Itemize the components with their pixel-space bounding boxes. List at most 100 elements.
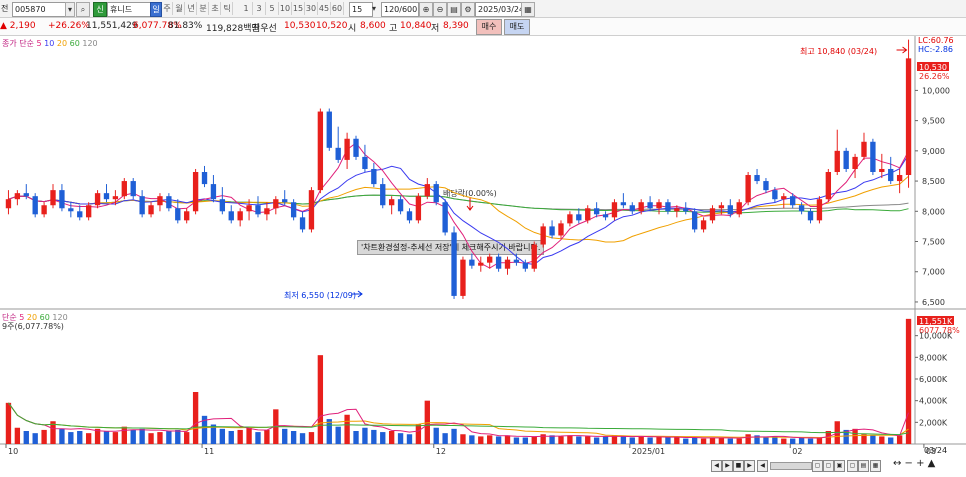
price-tick-label: 6,500 bbox=[922, 298, 945, 307]
candle-body bbox=[317, 111, 324, 191]
high-arrow bbox=[896, 46, 908, 54]
candle-body bbox=[888, 168, 894, 182]
candle-body bbox=[451, 232, 457, 296]
zoom-controls[interactable]: ↔ − + ▲ bbox=[893, 458, 935, 469]
volume-bar bbox=[406, 434, 413, 444]
volume-bar bbox=[781, 438, 787, 444]
volume-bar bbox=[513, 437, 520, 444]
candle-body bbox=[166, 196, 172, 209]
volume-bar bbox=[469, 435, 475, 444]
candle-body bbox=[219, 199, 226, 212]
volume-bar bbox=[290, 431, 297, 444]
candle-body bbox=[424, 184, 430, 197]
volume-bar bbox=[371, 429, 377, 444]
candle-body bbox=[335, 147, 341, 160]
volume-bar bbox=[415, 424, 422, 444]
volume-tick-label: 4,000K bbox=[919, 397, 948, 406]
volume-bar bbox=[139, 428, 145, 444]
candle-body bbox=[344, 138, 350, 160]
candle-body bbox=[593, 208, 600, 215]
volume-bar bbox=[683, 438, 689, 444]
volume-bar bbox=[14, 427, 21, 444]
stock-chart[interactable]: 10,000 9,500 9,000 8,500 8,000 7,500 7,000 6,50… bbox=[0, 0, 966, 477]
candle-body bbox=[754, 175, 760, 182]
candle-body bbox=[522, 262, 529, 269]
volume-bar bbox=[745, 434, 751, 444]
candle-body bbox=[798, 205, 805, 212]
x-tick-label: 12 bbox=[436, 447, 446, 456]
candle-body bbox=[736, 202, 742, 215]
volume-bar bbox=[362, 427, 368, 444]
volume-bar bbox=[335, 426, 341, 444]
candle-body bbox=[745, 175, 751, 203]
volume-bar bbox=[629, 437, 635, 444]
candle-body bbox=[879, 168, 885, 172]
candle-body bbox=[602, 214, 609, 218]
volume-bar bbox=[184, 432, 190, 444]
candle-body bbox=[273, 199, 279, 209]
candle-body bbox=[388, 199, 395, 206]
layout-icon-4[interactable]: ▢ bbox=[847, 460, 858, 472]
layout-icon-1[interactable]: ▢ bbox=[812, 460, 823, 472]
candle-body bbox=[415, 196, 422, 221]
price-tick-label: 8,000 bbox=[922, 207, 945, 216]
prev-end-icon[interactable]: ◀ bbox=[711, 460, 722, 472]
layout-icon-5[interactable]: ▤ bbox=[858, 460, 869, 472]
volume-bar bbox=[121, 426, 127, 444]
volume-bar bbox=[870, 435, 876, 444]
volume-bar bbox=[879, 436, 885, 444]
candle-body bbox=[139, 196, 145, 215]
candle-body bbox=[513, 259, 520, 263]
dividend-arrow bbox=[466, 198, 474, 211]
price-tick-label: 9,500 bbox=[922, 117, 945, 126]
volume-bar bbox=[264, 429, 270, 444]
prev-icon[interactable]: ◀ bbox=[757, 460, 768, 472]
x-tick-label: 11 bbox=[204, 447, 214, 456]
volume-bar bbox=[727, 438, 733, 444]
candle-body bbox=[148, 205, 154, 215]
volume-bar bbox=[487, 435, 493, 444]
volume-bar bbox=[656, 436, 662, 444]
volume-bar bbox=[495, 436, 502, 444]
volume-bar bbox=[299, 433, 306, 444]
price-tick-label: 7,500 bbox=[922, 238, 945, 247]
candle-body bbox=[353, 138, 359, 157]
volume-bar bbox=[674, 437, 680, 444]
candle-body bbox=[834, 150, 840, 172]
candle-body bbox=[406, 211, 413, 221]
stop-icon[interactable]: ■ bbox=[733, 460, 744, 472]
candle-body bbox=[567, 214, 573, 224]
volume-bar bbox=[790, 438, 796, 444]
next-end-icon[interactable]: ▶ bbox=[744, 460, 755, 472]
volume-bar bbox=[700, 438, 707, 444]
candle-body bbox=[77, 211, 83, 218]
volume-bar bbox=[59, 428, 65, 444]
volume-bar bbox=[255, 432, 261, 444]
candle-body bbox=[103, 193, 110, 200]
candle-body bbox=[611, 202, 618, 218]
layout-icon-2[interactable]: ▢ bbox=[823, 460, 834, 472]
price-tick-label: 7,000 bbox=[922, 268, 945, 277]
candle-body bbox=[843, 150, 849, 169]
volume-bar bbox=[442, 433, 448, 444]
volume-bar bbox=[567, 435, 573, 444]
layout-icon-6[interactable]: ▦ bbox=[870, 460, 881, 472]
candle-body bbox=[237, 211, 243, 221]
candle-body bbox=[549, 226, 555, 236]
candle-body bbox=[299, 217, 306, 230]
volume-bar bbox=[593, 437, 600, 444]
candle-body bbox=[709, 208, 716, 221]
candle-body bbox=[683, 208, 689, 212]
play-icon[interactable]: ▶ bbox=[722, 460, 733, 472]
candle-body bbox=[121, 181, 127, 197]
candle-body bbox=[896, 175, 903, 182]
candle-body bbox=[326, 111, 332, 148]
volume-bar bbox=[638, 436, 644, 444]
scrollbar[interactable] bbox=[770, 462, 812, 470]
volume-bar bbox=[397, 433, 404, 444]
candle-body bbox=[175, 208, 181, 221]
candle-body bbox=[130, 181, 136, 197]
volume-bar bbox=[602, 436, 609, 444]
layout-icon-3[interactable]: ▣ bbox=[834, 460, 845, 472]
candle-body bbox=[495, 256, 502, 269]
